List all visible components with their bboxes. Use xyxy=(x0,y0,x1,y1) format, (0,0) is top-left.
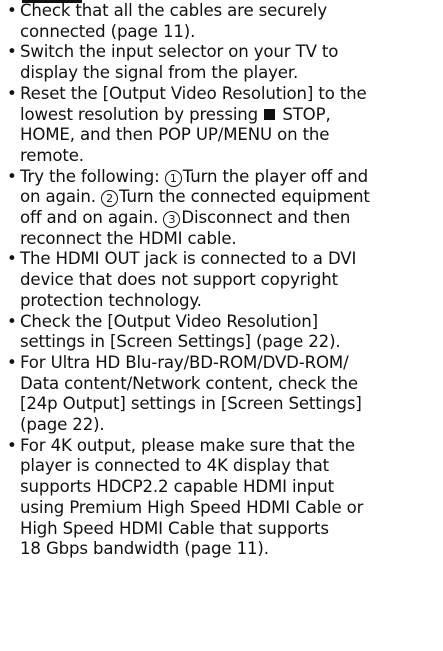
list-item: • Check the [Output Video Resolution] se… xyxy=(0,312,443,353)
step-number-2-icon: 2 xyxy=(101,190,118,208)
item-text-line: settings in [Screen Settings] (page 22). xyxy=(20,332,341,352)
list-item: • The HDMI OUT jack is connected to a DV… xyxy=(0,249,443,311)
item-text-line: player is connected to 4K display that xyxy=(20,456,329,476)
list-item: • Check that all the cables are securely… xyxy=(0,1,443,42)
item-text-line: reconnect the HDMI cable. xyxy=(20,228,237,248)
item-text-line: remote. xyxy=(20,145,84,165)
item-text-line: off and on again. 3 Disconnect and then xyxy=(20,208,443,229)
item-text-segment: Disconnect and then xyxy=(181,208,351,228)
bullet-dot: • xyxy=(7,166,17,186)
item-text-line: using Premium High Speed HDMI Cable or xyxy=(20,497,364,517)
item-text-segment: Try the following: xyxy=(20,166,160,186)
item-text-line: 18 Gbps bandwidth (page 11). xyxy=(20,539,269,559)
list-item: • Try the following: 1 Turn the player of… xyxy=(0,167,443,250)
list-item: • Switch the input selector on your TV t… xyxy=(0,42,443,83)
item-text-line: display the signal from the player. xyxy=(20,63,299,83)
item-text-line: Check the [Output Video Resolution] xyxy=(20,311,318,331)
item-text-segment: lowest resolution by pressing xyxy=(20,104,259,124)
list-item: • Reset the [Output Video Resolution] to… xyxy=(0,84,443,167)
bullet-dot: • xyxy=(7,311,17,331)
item-text-line: on again. 2 Turn the connected equipment xyxy=(20,187,443,208)
item-text-line: Try the following: 1 Turn the player off … xyxy=(20,167,443,188)
step-number-3-icon: 3 xyxy=(163,211,181,229)
item-text-line: [24p Output] settings in [Screen Setting… xyxy=(20,394,362,414)
item-text-line: For Ultra HD Blu-ray/BD-ROM/DVD-ROM/ xyxy=(20,352,349,372)
item-text-line: lowest resolution by pressing STOP, xyxy=(20,105,443,126)
troubleshooting-list: • Check that all the cables are securely… xyxy=(0,1,443,560)
bullet-dot: • xyxy=(7,1,17,20)
item-text-line: Switch the input selector on your TV to xyxy=(20,42,339,62)
item-text-line: connected (page 11). xyxy=(20,21,196,41)
item-text-line: (page 22). xyxy=(20,415,105,435)
item-text-segment: off and on again. xyxy=(20,208,159,228)
item-text-segment: on again. xyxy=(20,187,96,207)
item-text-line: Data content/Network content, check the xyxy=(20,373,358,393)
list-item: • For 4K output, please make sure that t… xyxy=(0,436,443,560)
item-text-line: The HDMI OUT jack is connected to a DVI xyxy=(20,249,357,269)
item-text-line: For 4K output, please make sure that the xyxy=(20,435,355,455)
bullet-dot: • xyxy=(7,352,17,372)
stop-button-icon xyxy=(264,108,276,120)
bullet-dot: • xyxy=(7,249,17,269)
item-text-line: device that does not support copyright xyxy=(20,270,338,290)
item-text-segment: Turn the player off and xyxy=(182,166,369,186)
item-text-segment: Turn the connected equipment xyxy=(119,187,370,207)
item-text-line: HOME, and then POP UP/MENU on the xyxy=(20,125,330,145)
item-text-segment: STOP, xyxy=(282,104,331,124)
item-text-line: protection technology. xyxy=(20,290,202,310)
item-text-line: Check that all the cables are securely xyxy=(20,1,328,20)
step-number-1-icon: 1 xyxy=(164,169,182,187)
bullet-dot: • xyxy=(7,83,17,103)
item-text-line: Reset the [Output Video Resolution] to t… xyxy=(20,83,367,103)
list-item: • For Ultra HD Blu-ray/BD-ROM/DVD-ROM/ D… xyxy=(0,353,443,436)
item-text-line: High Speed HDMI Cable that supports xyxy=(20,518,329,538)
troubleshooting-page: • Check that all the cables are securely… xyxy=(0,0,443,651)
bullet-dot: • xyxy=(7,42,17,62)
item-text-line: supports HDCP2.2 capable HDMI input xyxy=(20,477,334,497)
bullet-dot: • xyxy=(7,435,17,455)
